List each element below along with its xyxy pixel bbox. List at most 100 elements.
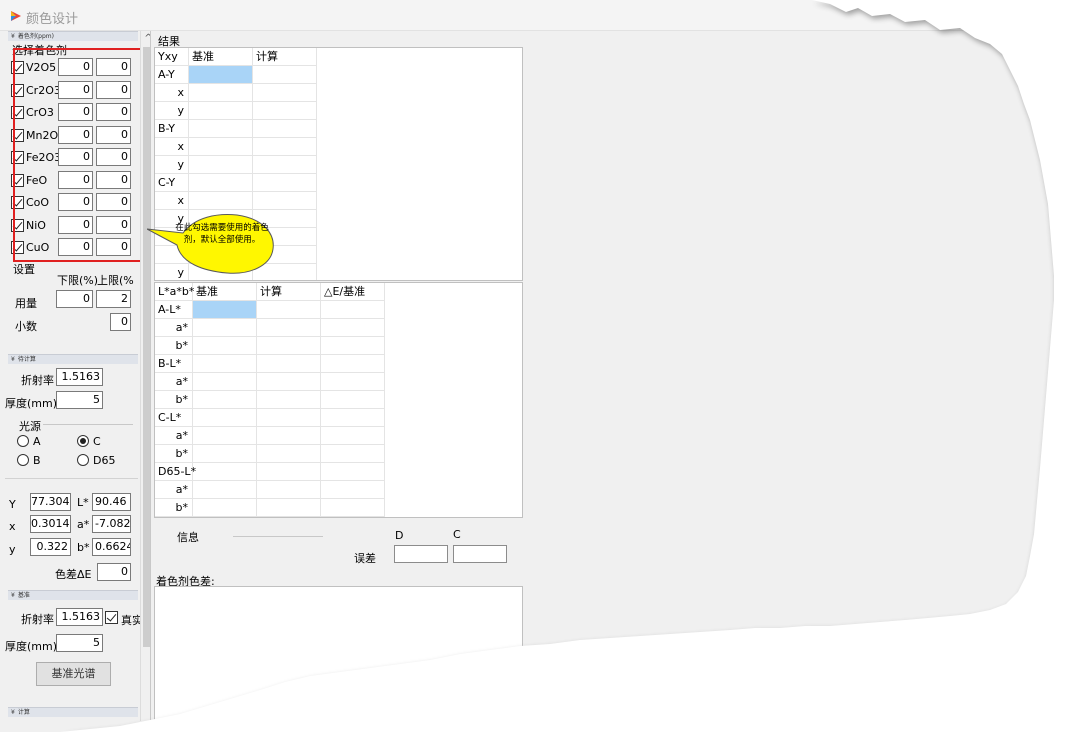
grid-cell[interactable]	[189, 84, 253, 102]
section-header-base[interactable]: ¥ 基准	[8, 590, 138, 600]
grid-cell[interactable]	[321, 337, 385, 355]
grid-cell[interactable]	[189, 264, 253, 280]
error-d-input[interactable]	[394, 545, 448, 563]
grid-cell[interactable]	[189, 156, 253, 174]
grid-cell[interactable]	[253, 138, 317, 156]
grid-cell[interactable]	[193, 463, 257, 481]
grid-cell[interactable]	[193, 337, 257, 355]
grid-cell[interactable]	[193, 391, 257, 409]
grid-cell[interactable]	[189, 66, 253, 84]
section-header-calc2[interactable]: ¥ 计算	[8, 707, 138, 717]
grid-cell[interactable]	[189, 138, 253, 156]
grid-cell[interactable]	[321, 427, 385, 445]
col-d-label: D	[395, 529, 404, 542]
grid-cell[interactable]	[189, 246, 253, 264]
scroll-up-icon[interactable]: ^	[141, 31, 150, 46]
grid-cell[interactable]	[253, 174, 317, 192]
scroll-thumb[interactable]	[143, 47, 150, 647]
refr-input[interactable]: 1.5163	[56, 368, 103, 386]
a-value: -7.0828	[92, 515, 131, 533]
amount-lower-input[interactable]: 0	[56, 290, 93, 308]
grid-header-cell: 基准	[189, 48, 253, 66]
grid-header-cell: △E/基准	[321, 283, 385, 301]
grid-cell[interactable]	[321, 373, 385, 391]
grid-cell[interactable]	[257, 445, 321, 463]
base-refr-label: 折射率	[21, 613, 54, 626]
grid-cell[interactable]	[257, 409, 321, 427]
grid-cell[interactable]	[321, 391, 385, 409]
grid-cell[interactable]	[257, 427, 321, 445]
grid-cell[interactable]	[321, 499, 385, 517]
grid-cell[interactable]	[321, 445, 385, 463]
grid-cell[interactable]	[253, 102, 317, 120]
thickness-label: 厚度(mm)	[5, 397, 58, 410]
grid-cell[interactable]	[321, 481, 385, 499]
grid-cell[interactable]	[257, 337, 321, 355]
grid-cell[interactable]	[253, 246, 317, 264]
grid-header-cell: 计算	[253, 48, 317, 66]
radio-c[interactable]	[77, 435, 89, 447]
error-c-input[interactable]	[453, 545, 507, 563]
delta-e-label: 色差ΔE	[55, 568, 92, 581]
grid-cell[interactable]	[257, 499, 321, 517]
app-icon	[11, 11, 21, 21]
base-refr-input[interactable]: 1.5163	[56, 608, 103, 626]
section-header-colorant[interactable]: ¥ 着色剂(ppm)	[8, 31, 138, 41]
lab-grid[interactable]: L*a*b* 基准 计算 △E/基准 A-L* a* b* B-L* a* b* C-L* a* b* D…	[154, 282, 523, 518]
grid-cell[interactable]	[257, 481, 321, 499]
grid-cell[interactable]	[253, 84, 317, 102]
grid-cell[interactable]	[257, 355, 321, 373]
grid-cell[interactable]	[321, 409, 385, 427]
grid-cell[interactable]	[193, 319, 257, 337]
thickness-input[interactable]: 5	[56, 391, 103, 409]
amount-upper-input[interactable]: 2	[96, 290, 131, 308]
grid-row-label: a*	[155, 319, 193, 337]
grid-cell[interactable]	[193, 481, 257, 499]
colorant-diff-box[interactable]	[154, 586, 523, 732]
base-thickness-input[interactable]: 5	[56, 634, 103, 652]
grid-cell[interactable]	[193, 373, 257, 391]
grid-row-label: B-Y	[155, 120, 189, 138]
grid-cell[interactable]	[193, 355, 257, 373]
radio-d65[interactable]	[77, 454, 89, 466]
grid-cell[interactable]	[189, 174, 253, 192]
radio-a[interactable]	[17, 435, 29, 447]
grid-cell[interactable]	[321, 301, 385, 319]
grid-cell[interactable]	[193, 499, 257, 517]
section-header-calc[interactable]: ¥ 待计算	[8, 354, 138, 364]
grid-cell[interactable]	[253, 66, 317, 84]
grid-cell[interactable]	[193, 301, 257, 319]
decimals-input[interactable]: 0	[110, 313, 131, 331]
grid-cell[interactable]	[193, 445, 257, 463]
grid-row-label: D65-L*	[155, 463, 196, 481]
grid-cell[interactable]	[321, 463, 385, 481]
grid-cell[interactable]	[321, 355, 385, 373]
grid-cell[interactable]	[189, 120, 253, 138]
grid-cell[interactable]	[257, 319, 321, 337]
title-bar[interactable]: 颜色设计	[0, 0, 1067, 31]
grid-cell[interactable]	[253, 264, 317, 280]
base-spectrum-button[interactable]: 基准光谱	[36, 662, 111, 686]
grid-cell[interactable]	[253, 120, 317, 138]
grid-row-label: b*	[155, 337, 193, 355]
grid-cell[interactable]	[193, 427, 257, 445]
decimals-label: 小数	[15, 320, 37, 333]
left-scrollbar[interactable]: ^	[140, 31, 150, 721]
Y-label: Y	[9, 498, 16, 511]
col-c-label: C	[453, 528, 461, 541]
radio-b[interactable]	[17, 454, 29, 466]
grid-cell[interactable]	[257, 301, 321, 319]
grid-cell[interactable]	[189, 192, 253, 210]
grid-cell[interactable]	[257, 391, 321, 409]
section-title: 待计算	[17, 356, 36, 363]
grid-cell[interactable]	[253, 192, 317, 210]
grid-cell[interactable]	[193, 409, 257, 427]
real-checkbox[interactable]	[105, 611, 118, 624]
grid-cell[interactable]	[321, 319, 385, 337]
grid-cell[interactable]	[257, 463, 321, 481]
grid-cell[interactable]	[257, 373, 321, 391]
radio-d65-label: D65	[93, 454, 116, 467]
grid-cell[interactable]	[253, 156, 317, 174]
amount-label: 用量	[15, 297, 37, 310]
grid-cell[interactable]	[189, 102, 253, 120]
